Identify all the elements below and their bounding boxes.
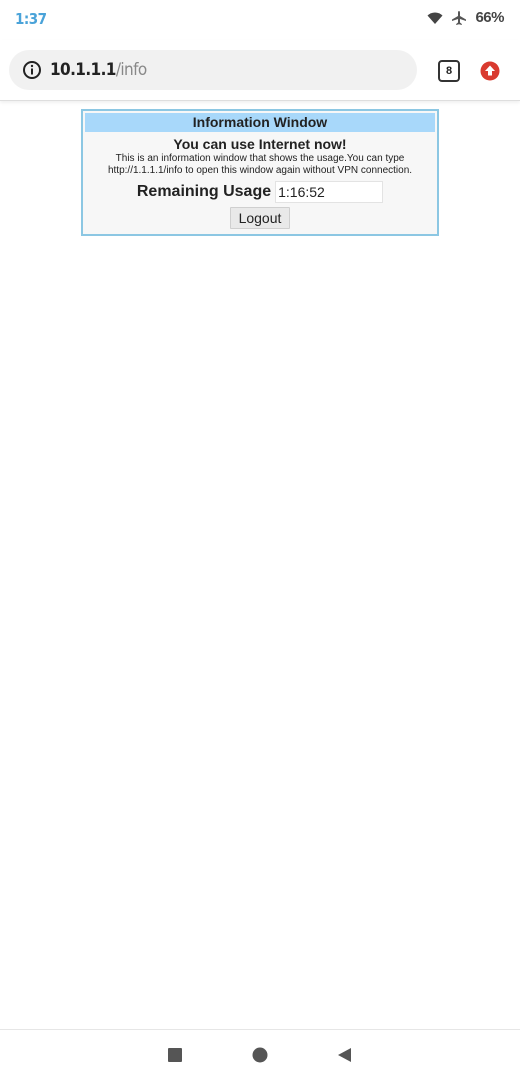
url-text[interactable]: 10.1.1.1/info bbox=[50, 60, 147, 80]
home-circle-icon[interactable] bbox=[249, 1044, 271, 1066]
system-nav-bar bbox=[0, 1029, 520, 1081]
wifi-icon bbox=[427, 12, 443, 24]
info-heading: You can use Internet now! bbox=[173, 136, 347, 152]
status-icons: 66% bbox=[427, 9, 504, 26]
recents-square-icon[interactable] bbox=[164, 1044, 186, 1066]
info-icon[interactable] bbox=[22, 60, 42, 80]
url-host: 10.1.1.1 bbox=[50, 60, 116, 80]
update-icon[interactable] bbox=[480, 61, 500, 81]
info-description: This is an information window that shows… bbox=[107, 153, 413, 176]
remaining-usage-label: Remaining Usage bbox=[136, 183, 272, 200]
usage-row: Remaining Usage bbox=[83, 181, 437, 203]
remaining-usage-field[interactable] bbox=[275, 181, 384, 203]
back-triangle-icon[interactable] bbox=[333, 1044, 355, 1066]
browser-toolbar: 10.1.1.1/info 8 bbox=[0, 40, 520, 101]
url-path: /info bbox=[115, 60, 147, 80]
address-bar[interactable]: 10.1.1.1/info bbox=[9, 50, 417, 90]
status-time: 1:37 bbox=[15, 10, 47, 28]
info-window-title: Information Window bbox=[85, 113, 435, 132]
logout-button[interactable]: Logout bbox=[229, 207, 291, 229]
battery-level: 66% bbox=[475, 9, 504, 26]
status-bar: 1:37 66% bbox=[0, 0, 520, 40]
information-window: Information Window You can use Internet … bbox=[81, 109, 439, 236]
tabs-icon[interactable]: 8 bbox=[438, 60, 460, 82]
airplane-icon bbox=[452, 10, 467, 25]
